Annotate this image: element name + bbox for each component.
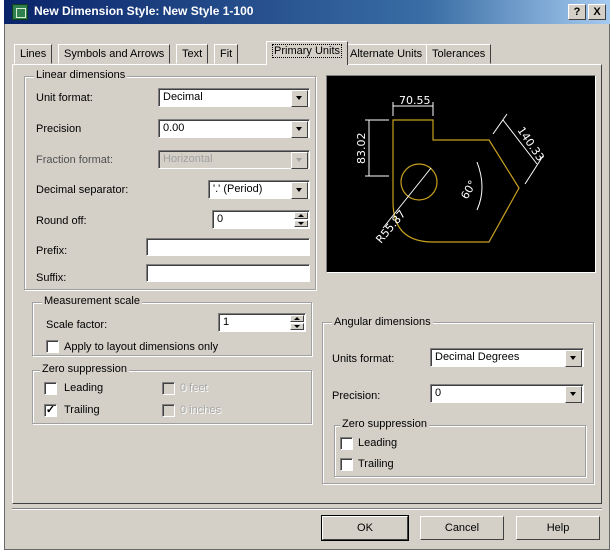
tab-fit[interactable]: Fit <box>214 44 239 64</box>
angular-leading-label: Leading <box>358 437 398 449</box>
zero-feet-label: 0 feet <box>180 382 208 394</box>
zero-feet-checkbox[interactable] <box>162 382 175 395</box>
precision-label: Precision <box>36 123 82 135</box>
angular-precision-label: Precision: <box>332 390 381 402</box>
window-title: New Dimension Style: New Style 1-100 <box>34 4 254 18</box>
preview-dim-angle: 60° <box>458 178 479 201</box>
spin-up-icon[interactable] <box>290 315 304 322</box>
angular-dimensions-legend: Angular dimensions <box>332 316 433 329</box>
apply-layout-label: Apply to layout dimensions only <box>64 341 219 353</box>
tab-text-label: Text <box>182 48 203 60</box>
spinner-arrows[interactable] <box>290 315 304 330</box>
angular-units-format-value: Decimal Degrees <box>435 351 520 363</box>
round-off-value: 0 <box>217 213 224 225</box>
decimal-separator-label: Decimal separator: <box>36 184 129 196</box>
scale-factor-spinner[interactable]: 1 <box>218 313 306 332</box>
prefix-input[interactable] <box>146 238 310 256</box>
round-off-spinner[interactable]: 0 <box>212 210 310 229</box>
chevron-down-icon[interactable] <box>291 121 308 138</box>
zero-suppression-linear-legend: Zero suppression <box>40 363 129 376</box>
tab-tolerances[interactable]: Tolerances <box>426 44 492 64</box>
angular-units-format-label: Units format: <box>332 353 395 365</box>
angular-precision-value: 0 <box>435 387 442 399</box>
tab-tolerances-label: Tolerances <box>432 48 486 60</box>
angular-trailing-checkbox[interactable] <box>340 458 353 471</box>
linear-dimensions-legend: Linear dimensions <box>34 69 128 82</box>
chevron-down-icon[interactable] <box>565 386 582 403</box>
trailing-label: Trailing <box>64 404 100 416</box>
suffix-input[interactable] <box>146 264 310 282</box>
preview-drawing: 70.55 83.02 140.33 60° R55.87 <box>355 94 547 246</box>
zero-inches-label: 0 inches <box>180 404 221 416</box>
fraction-format-dropdown[interactable]: Horizontal <box>158 150 310 169</box>
close-icon[interactable]: X <box>588 4 606 20</box>
tab-lines[interactable]: Lines <box>14 44 53 64</box>
unit-format-value: Decimal <box>163 91 203 103</box>
cancel-button[interactable]: Cancel <box>420 516 504 540</box>
precision-value: 0.00 <box>163 122 185 134</box>
button-separator <box>12 508 602 510</box>
fraction-format-label: Fraction format: <box>36 154 114 166</box>
trailing-checkbox[interactable]: ✓ <box>44 404 57 417</box>
chevron-down-icon[interactable] <box>291 182 308 199</box>
apply-layout-checkbox[interactable] <box>46 340 59 353</box>
scale-factor-value: 1 <box>223 316 230 328</box>
decimal-separator-value: '.' (Period) <box>213 183 263 195</box>
leading-label: Leading <box>64 382 104 394</box>
decimal-separator-dropdown[interactable]: '.' (Period) <box>208 180 310 199</box>
measurement-scale-legend: Measurement scale <box>42 295 142 308</box>
chevron-down-icon[interactable] <box>565 350 582 367</box>
chevron-down-icon[interactable] <box>291 152 308 169</box>
preview-part-outline <box>392 119 520 243</box>
tab-primary-units[interactable]: Primary Units <box>266 41 349 65</box>
autocad-app-icon <box>12 4 28 20</box>
preview-dim-radius: R55.87 <box>373 208 408 246</box>
tab-text[interactable]: Text <box>176 44 209 64</box>
preview-dim-top: 70.55 <box>399 94 431 107</box>
preview-dim-left: 83.02 <box>355 133 368 165</box>
precision-dropdown[interactable]: 0.00 <box>158 119 310 138</box>
unit-format-dropdown[interactable]: Decimal <box>158 88 310 107</box>
tab-primary-units-label: Primary Units <box>272 44 343 58</box>
round-off-label: Round off: <box>36 215 87 227</box>
spin-down-icon[interactable] <box>290 323 304 330</box>
help-button[interactable]: Help <box>516 516 600 540</box>
tab-symbols-and-arrows[interactable]: Symbols and Arrows <box>58 44 171 64</box>
angular-trailing-label: Trailing <box>358 458 394 470</box>
angular-leading-checkbox[interactable] <box>340 437 353 450</box>
unit-format-label: Unit format: <box>36 92 93 104</box>
preview-dimension-lines <box>365 102 544 229</box>
leading-checkbox[interactable] <box>44 382 57 395</box>
spin-down-icon[interactable] <box>294 220 308 227</box>
angular-precision-dropdown[interactable]: 0 <box>430 384 584 403</box>
fraction-format-value: Horizontal <box>163 153 213 165</box>
zero-inches-checkbox[interactable] <box>162 404 175 417</box>
tab-fit-label: Fit <box>220 48 233 60</box>
title-bar[interactable]: New Dimension Style: New Style 1-100 ? X <box>4 0 610 24</box>
tab-alternate-units[interactable]: Alternate Units <box>344 44 429 64</box>
tab-symbols-label: Symbols and Arrows <box>64 48 165 60</box>
tab-lines-label: Lines <box>20 48 47 60</box>
prefix-label: Prefix: <box>36 245 68 257</box>
chevron-down-icon[interactable] <box>291 90 308 107</box>
preview-dim-right: 140.33 <box>515 124 547 163</box>
spinner-arrows[interactable] <box>294 212 308 227</box>
dimension-preview: 70.55 83.02 140.33 60° R55.87 <box>326 75 596 273</box>
help-title-button[interactable]: ? <box>568 4 586 20</box>
tab-alternate-units-label: Alternate Units <box>350 48 423 60</box>
scale-factor-label: Scale factor: <box>46 319 108 331</box>
spin-up-icon[interactable] <box>294 212 308 219</box>
angular-zero-suppression-legend: Zero suppression <box>340 418 429 431</box>
angular-units-format-dropdown[interactable]: Decimal Degrees <box>430 348 584 367</box>
suffix-label: Suffix: <box>36 272 67 284</box>
ok-button[interactable]: OK <box>321 515 409 541</box>
